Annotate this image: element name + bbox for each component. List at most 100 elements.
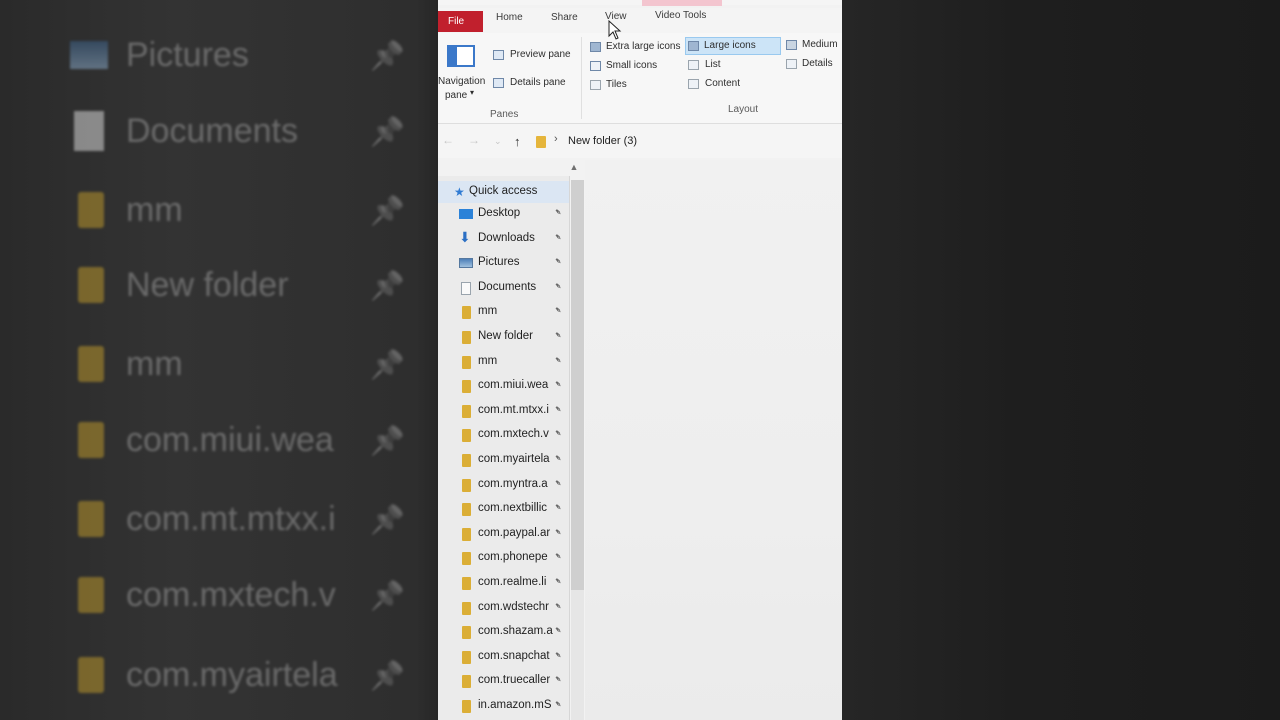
sidebar-item-label: com.snapchat — [478, 650, 550, 662]
folder-icon — [462, 356, 471, 369]
navigation-pane-button-line1[interactable]: Navigation — [438, 76, 485, 87]
folder-icon — [462, 700, 471, 713]
sidebar-item-label: in.amazon.mS — [478, 699, 552, 711]
sidebar-item-new-folder[interactable]: New folder ✒ — [438, 326, 569, 350]
sidebar-item-com-truecaller[interactable]: com.truecaller ✒ — [438, 670, 569, 694]
sidebar-item-mm[interactable]: mm ✒ — [438, 351, 569, 375]
tiles-option[interactable]: Tiles — [606, 79, 627, 90]
background-blurred-item: com.myairtela 📌 — [70, 645, 405, 705]
sidebar-item-label: com.wdstechr — [478, 601, 549, 613]
sidebar-item-mm[interactable]: mm ✒ — [438, 301, 569, 325]
sidebar-item-desktop[interactable]: Desktop ✒ — [438, 203, 569, 227]
sidebar-item-com-myairtela[interactable]: com.myairtela ✒ — [438, 449, 569, 473]
sidebar-item-label: Downloads — [478, 232, 535, 244]
sidebar-item-label: Pictures — [478, 256, 520, 268]
folder-icon — [462, 503, 471, 516]
background-blurred-item: mm 📌 — [70, 180, 405, 240]
folder-content-area[interactable] — [585, 160, 842, 720]
sidebar-item-com-mt-mtxx-i[interactable]: com.mt.mtxx.i ✒ — [438, 400, 569, 424]
list-option[interactable]: List — [705, 59, 721, 70]
folder-icon — [462, 405, 471, 418]
sidebar-item-documents[interactable]: Documents ✒ — [438, 277, 569, 301]
pin-icon: 📌 — [370, 269, 405, 301]
sidebar-item-in-amazon-ms[interactable]: in.amazon.mS ✒ — [438, 695, 569, 719]
folder-icon — [78, 267, 104, 303]
sidebar-item-com-mxtech-v[interactable]: com.mxtech.v ✒ — [438, 424, 569, 448]
file-explorer-window: File Home Share View Video Tools Navigat… — [438, 0, 842, 720]
scrollbar-track[interactable] — [571, 590, 584, 720]
quick-access-item[interactable]: ★ Quick access — [438, 181, 569, 203]
sidebar-item-com-snapchat[interactable]: com.snapchat ✒ — [438, 646, 569, 670]
chevron-right-icon[interactable]: › — [554, 133, 558, 145]
scroll-up-arrow-icon[interactable]: ▲ — [569, 162, 579, 178]
sidebar-item-com-phonepe[interactable]: com.phonepe ✒ — [438, 547, 569, 571]
sidebar-item-com-myntra-a[interactable]: com.myntra.a ✒ — [438, 474, 569, 498]
cursor-overlay — [608, 19, 622, 45]
sidebar-item-com-realme-li[interactable]: com.realme.li ✒ — [438, 572, 569, 596]
pin-icon: 📌 — [370, 659, 405, 691]
folder-icon — [462, 429, 471, 442]
cursor-arrow-icon — [608, 19, 622, 40]
sidebar-item-label: com.paypal.ar — [478, 527, 551, 539]
sidebar-item-label: mm — [478, 355, 498, 367]
back-arrow-icon[interactable]: ← — [442, 133, 454, 147]
documents-icon — [461, 282, 471, 295]
folder-icon — [462, 675, 471, 688]
sidebar-item-com-nextbillic[interactable]: com.nextbillic ✒ — [438, 498, 569, 522]
medium-icons-icon — [786, 40, 797, 50]
up-arrow-icon[interactable]: ↑ — [514, 134, 521, 149]
tab-file[interactable]: File — [438, 11, 483, 32]
small-icons-option[interactable]: Small icons — [606, 60, 657, 71]
folder-icon — [462, 602, 471, 615]
folder-icon — [462, 380, 471, 393]
content-icon — [688, 79, 699, 89]
sidebar-item-pictures[interactable]: Pictures ✒ — [438, 252, 569, 276]
background-blurred-item: mm 📌 — [70, 334, 405, 394]
sidebar-item-label: com.myntra.a — [478, 478, 548, 490]
documents-icon — [74, 111, 104, 151]
pin-icon: 📌 — [370, 424, 405, 456]
pin-icon: 📌 — [370, 579, 405, 611]
preview-pane-button[interactable]: Preview pane — [510, 49, 571, 60]
address-path[interactable]: New folder (3) — [568, 135, 637, 147]
sidebar-item-label: Desktop — [478, 207, 521, 219]
large-icons-option[interactable]: Large icons — [704, 40, 756, 51]
background-item-label: mm — [126, 344, 183, 383]
medium-icons-option[interactable]: Medium — [802, 39, 838, 50]
pictures-icon — [70, 41, 108, 69]
background-item-label: com.mxtech.v — [126, 575, 336, 614]
sidebar-item-label: New folder — [478, 330, 533, 342]
recent-locations-chevron-icon[interactable]: ⌄ — [494, 136, 502, 147]
pin-icon: 📌 — [370, 39, 405, 71]
small-icons-icon — [590, 61, 601, 71]
panes-group-label: Panes — [490, 109, 519, 120]
details-pane-button[interactable]: Details pane — [510, 77, 566, 88]
background-blurred-item: com.miui.wea 📌 — [70, 410, 405, 470]
background-blurred-item: New folder 📌 — [70, 255, 405, 315]
sidebar-item-label: com.nextbillic — [478, 502, 548, 514]
sidebar-item-com-wdstechr[interactable]: com.wdstechr ✒ — [438, 597, 569, 621]
tab-share[interactable]: Share — [551, 12, 578, 23]
folder-icon — [462, 552, 471, 565]
sidebar-item-label: mm — [478, 305, 498, 317]
pictures-icon — [459, 258, 473, 268]
background-blur-left: Pictures 📌 Documents 📌 mm 📌 New folder 📌 mm 📌 com.… — [0, 0, 438, 720]
forward-arrow-icon[interactable]: → — [468, 133, 480, 147]
sidebar-item-com-shazam-a[interactable]: com.shazam.a ✒ — [438, 621, 569, 645]
sidebar-item-downloads[interactable]: ⬇ Downloads ✒ — [438, 228, 569, 252]
tab-home[interactable]: Home — [496, 12, 523, 23]
ribbon-divider — [581, 37, 582, 119]
content-option[interactable]: Content — [705, 78, 740, 89]
folder-icon — [78, 346, 104, 382]
sidebar-item-com-miui-wea[interactable]: com.miui.wea ✒ — [438, 375, 569, 399]
details-option[interactable]: Details — [802, 58, 833, 69]
background-blur-right — [842, 0, 1280, 720]
tab-video-tools[interactable]: Video Tools — [655, 10, 706, 21]
scrollbar-thumb[interactable] — [571, 180, 584, 590]
navigation-pane-icon[interactable] — [447, 45, 475, 67]
navigation-pane-button-line2[interactable]: pane — [445, 90, 467, 101]
sidebar-item-com-paypal-ar[interactable]: com.paypal.ar ✒ — [438, 523, 569, 547]
quick-access-label: Quick access — [469, 185, 538, 197]
folder-icon — [536, 136, 546, 148]
background-item-label: com.mt.mtxx.i — [126, 499, 336, 538]
